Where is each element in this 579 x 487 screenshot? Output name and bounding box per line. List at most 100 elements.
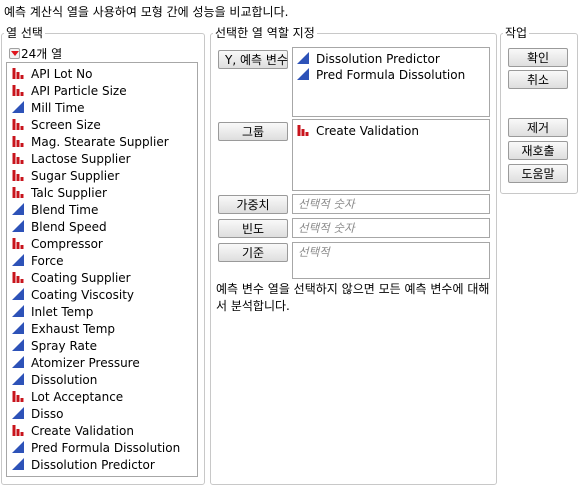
column-list-item[interactable]: Lot Acceptance: [7, 389, 197, 406]
column-list-item[interactable]: API Lot No: [7, 66, 197, 83]
freq-field[interactable]: 선택적 숫자: [292, 218, 490, 238]
column-list-item[interactable]: Coating Viscosity: [7, 287, 197, 304]
y-predictors-button[interactable]: Y, 예측 변수: [218, 50, 288, 69]
column-list-item[interactable]: Lactose Supplier: [7, 151, 197, 168]
select-columns-legend: 열 선택: [6, 26, 43, 40]
column-list-item-label: Inlet Temp: [31, 305, 94, 319]
nominal-bar-icon: [12, 186, 24, 198]
column-list-item-label: Disso: [31, 407, 64, 421]
column-list-item[interactable]: Pred Formula Dissolution: [7, 440, 197, 457]
column-list-item-label: Sugar Supplier: [31, 169, 120, 183]
column-list-item[interactable]: Compressor: [7, 236, 197, 253]
y-predictor-item-label: Pred Formula Dissolution: [316, 68, 466, 82]
nominal-bar-icon: [12, 152, 24, 164]
weight-button[interactable]: 가중치: [218, 195, 288, 214]
nominal-bar-icon: [12, 84, 24, 96]
group-list[interactable]: Create Validation: [292, 119, 490, 191]
column-list-item-label: Spray Rate: [31, 339, 97, 353]
column-list-item-label: Talc Supplier: [31, 186, 107, 200]
column-list-item-label: Lot Acceptance: [31, 390, 124, 404]
group-button[interactable]: 그룹: [218, 122, 288, 141]
group-item-label: Create Validation: [316, 124, 419, 138]
column-list-item-label: Exhaust Temp: [31, 322, 115, 336]
column-list-item[interactable]: Inlet Temp: [7, 304, 197, 321]
column-list-item[interactable]: Mag. Stearate Supplier: [7, 134, 197, 151]
nominal-bar-icon: [12, 118, 24, 130]
instruction-text: 예측 계산식 열을 사용하여 모형 간에 성능을 비교합니다.: [4, 5, 289, 19]
y-predictors-list[interactable]: Dissolution Predictor Pred Formula Dissol…: [292, 47, 490, 117]
group-item[interactable]: Create Validation: [297, 123, 489, 139]
weight-field[interactable]: 선택적 숫자: [292, 194, 490, 214]
column-count-label: 24개 열: [21, 47, 63, 61]
column-list-item[interactable]: Disso: [7, 406, 197, 423]
column-list-item[interactable]: Dissolution: [7, 372, 197, 389]
column-list-item[interactable]: Blend Time: [7, 202, 197, 219]
continuous-triangle-icon: [297, 68, 309, 80]
column-list-item-label: Blend Time: [31, 203, 99, 217]
column-list-item[interactable]: Screen Size: [7, 117, 197, 134]
by-field[interactable]: 선택적: [292, 242, 490, 279]
continuous-triangle-icon: [12, 356, 24, 368]
red-triangle-menu-icon[interactable]: [9, 48, 20, 59]
nominal-bar-icon: [12, 271, 24, 283]
nominal-bar-icon: [12, 135, 24, 147]
continuous-triangle-icon: [12, 441, 24, 453]
column-list-item[interactable]: Coating Supplier: [7, 270, 197, 287]
column-list-item-label: Create Validation: [31, 424, 134, 438]
column-list-item-label: API Lot No: [31, 67, 93, 81]
column-list-item-label: Blend Speed: [31, 220, 107, 234]
nominal-bar-icon: [12, 237, 24, 249]
nominal-bar-icon: [12, 169, 24, 181]
column-list-item[interactable]: Atomizer Pressure: [7, 355, 197, 372]
continuous-triangle-icon: [12, 288, 24, 300]
continuous-triangle-icon: [12, 254, 24, 266]
column-list[interactable]: API Lot No API Particle Size Mill Time Scre…: [6, 62, 198, 477]
y-predictor-item[interactable]: Pred Formula Dissolution: [297, 67, 489, 83]
action-legend: 작업: [505, 26, 528, 40]
column-list-item[interactable]: Spray Rate: [7, 338, 197, 355]
y-predictor-item-label: Dissolution Predictor: [316, 52, 440, 66]
column-list-item-label: Atomizer Pressure: [31, 356, 140, 370]
column-list-item-label: Pred Formula Dissolution: [31, 441, 181, 455]
y-predictor-item[interactable]: Dissolution Predictor: [297, 51, 489, 67]
column-count-row[interactable]: 24개 열: [9, 47, 62, 61]
column-list-item[interactable]: Force: [7, 253, 197, 270]
column-list-item[interactable]: Exhaust Temp: [7, 321, 197, 338]
continuous-triangle-icon: [12, 339, 24, 351]
freq-button[interactable]: 빈도: [218, 219, 288, 238]
column-list-item[interactable]: API Particle Size: [7, 83, 197, 100]
column-list-item[interactable]: Sugar Supplier: [7, 168, 197, 185]
cast-roles-legend: 선택한 열 역할 지정: [215, 26, 315, 40]
continuous-triangle-icon: [12, 407, 24, 419]
column-list-item-label: Mag. Stearate Supplier: [31, 135, 169, 149]
continuous-triangle-icon: [12, 373, 24, 385]
column-list-item-label: Lactose Supplier: [31, 152, 131, 166]
nominal-bar-icon: [297, 124, 309, 136]
cancel-button[interactable]: 취소: [508, 70, 568, 89]
recall-button[interactable]: 재호출: [508, 141, 568, 160]
by-button[interactable]: 기준: [218, 243, 288, 262]
column-list-item[interactable]: Create Validation: [7, 423, 197, 440]
column-list-item[interactable]: Talc Supplier: [7, 185, 197, 202]
column-list-item-label: Dissolution: [31, 373, 98, 387]
nominal-bar-icon: [12, 67, 24, 79]
predictor-note: 예측 변수 열을 선택하지 않으면 모든 예측 변수에 대해서 분석합니다.: [216, 282, 490, 313]
column-list-item[interactable]: Mill Time: [7, 100, 197, 117]
column-list-item-label: Screen Size: [31, 118, 101, 132]
ok-button[interactable]: 확인: [508, 48, 568, 67]
column-list-item[interactable]: Dissolution Predictor: [7, 457, 197, 474]
continuous-triangle-icon: [12, 220, 24, 232]
continuous-triangle-icon: [12, 322, 24, 334]
help-button[interactable]: 도움말: [508, 164, 568, 183]
column-list-item-label: Compressor: [31, 237, 103, 251]
column-list-item[interactable]: Blend Speed: [7, 219, 197, 236]
continuous-triangle-icon: [297, 52, 309, 64]
column-list-item-label: Coating Viscosity: [31, 288, 135, 302]
column-list-item-label: Dissolution Predictor: [31, 458, 155, 472]
nominal-bar-icon: [12, 424, 24, 436]
column-list-item-label: Mill Time: [31, 101, 85, 115]
continuous-triangle-icon: [12, 101, 24, 113]
continuous-triangle-icon: [12, 458, 24, 470]
continuous-triangle-icon: [12, 305, 24, 317]
remove-button[interactable]: 제거: [508, 118, 568, 137]
